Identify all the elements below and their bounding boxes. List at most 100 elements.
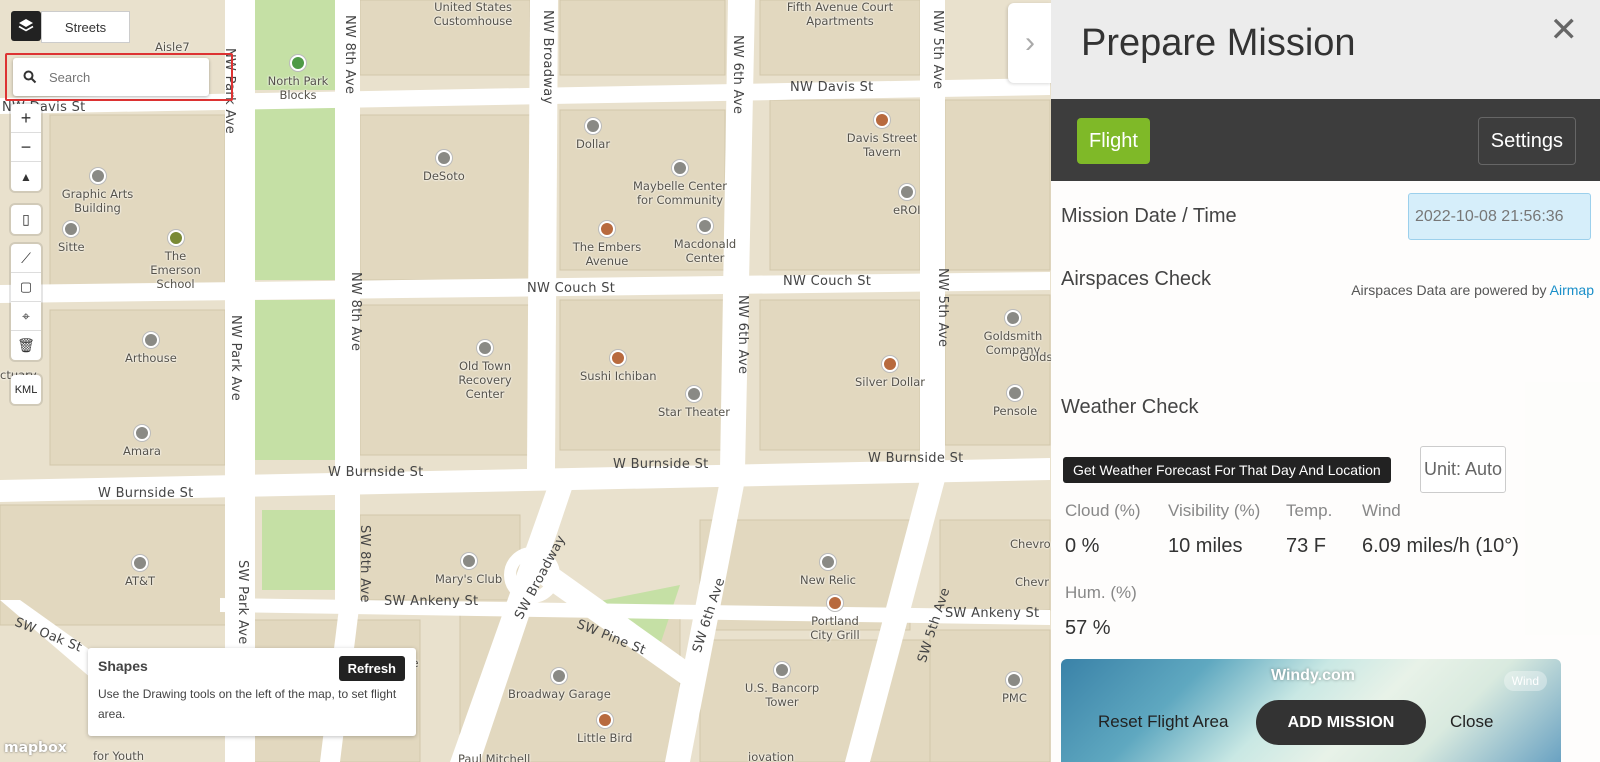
draw-polygon-button[interactable]: ▢ — [11, 273, 41, 302]
street-label: NW 6th Ave — [730, 35, 745, 115]
reset-flight-area-button[interactable]: Reset Flight Area — [1098, 712, 1228, 732]
poi-name: Maybelle Center for Community — [633, 179, 727, 207]
kml-button[interactable]: KML — [11, 375, 41, 404]
poi-marker[interactable]: Macdonald Center — [670, 218, 740, 265]
zoom-in-button[interactable]: + — [11, 104, 41, 133]
poi-marker[interactable]: Amara — [123, 425, 161, 458]
ruler-icon: ▯ — [22, 211, 30, 227]
poi-marker[interactable]: Maybelle Center for Community — [630, 160, 730, 207]
poi-marker[interactable]: New Relic — [800, 554, 856, 587]
poi-marker[interactable]: Dollar — [576, 118, 610, 151]
poi-name: The Emerson School — [150, 249, 201, 291]
poi-name: Dollar — [576, 137, 611, 151]
street-label: NW 5th Ave — [930, 10, 945, 90]
poi-name: Paul Mitchell — [458, 752, 531, 762]
poi-marker[interactable]: U.S. Bancorp Tower — [742, 662, 822, 709]
close-icon[interactable]: ✕ — [1550, 10, 1579, 50]
street-label: SW 8th Ave — [357, 525, 372, 603]
street-label: NW Broadway — [540, 10, 555, 105]
poi-marker[interactable]: Davis Street Tavern — [842, 112, 922, 159]
poi-marker[interactable]: DeSoto — [423, 150, 465, 183]
airspaces-label: Airspaces Check — [1061, 268, 1212, 290]
park-icon — [290, 55, 306, 71]
poi-name: Chevr — [1015, 575, 1049, 589]
poi-name: Aisle7 — [155, 40, 190, 54]
panel-title: Prepare Mission — [1081, 22, 1356, 64]
draw-line-button[interactable]: ⟋ — [11, 244, 41, 273]
pin-icon — [133, 425, 150, 441]
close-button[interactable]: Close — [1450, 712, 1493, 732]
poi-name: U.S. Bancorp Tower — [744, 681, 820, 709]
unit-select[interactable]: Unit: Auto — [1420, 446, 1506, 493]
ruler-button[interactable]: ▯ — [11, 205, 41, 234]
poi-marker[interactable]: Sushi Ichiban — [580, 350, 657, 383]
visibility-value: 10 miles — [1168, 535, 1243, 557]
search-highlight — [5, 53, 233, 101]
poi-marker[interactable]: Portland City Grill — [805, 595, 865, 642]
windy-logo: Windy.com — [1271, 667, 1356, 684]
compass-icon: ▲ — [20, 169, 32, 184]
poi-marker[interactable]: Silver Dollar — [855, 356, 925, 389]
bar-icon — [599, 221, 615, 237]
poi-marker[interactable]: Sitte — [58, 221, 85, 254]
compass-button[interactable]: ▲ — [11, 162, 41, 191]
windy-wind-layer[interactable]: Wind — [1503, 671, 1547, 691]
wind-header: Wind — [1362, 501, 1401, 520]
poi-name: AT&T — [125, 574, 155, 588]
draw-point-button[interactable]: ⌖ — [11, 302, 41, 331]
map-style-label[interactable]: Streets — [41, 11, 130, 43]
pin-icon — [774, 662, 790, 678]
street-label: W Burnside St — [98, 486, 194, 501]
poi-marker[interactable]: The Embers Avenue — [572, 221, 642, 268]
poi-marker[interactable]: Little Bird — [577, 712, 632, 745]
layers-button[interactable] — [11, 11, 41, 41]
pin-icon — [89, 168, 106, 184]
poi-marker[interactable]: PMC — [1002, 672, 1027, 705]
poi-marker[interactable]: Graphic Arts Building — [60, 168, 135, 215]
pin-icon — [142, 332, 159, 348]
poi-marker[interactable]: Star Theater — [658, 386, 730, 419]
mission-date-input[interactable] — [1408, 193, 1591, 240]
street-label: W Burnside St — [328, 465, 424, 480]
zoom-out-button[interactable]: − — [11, 133, 41, 162]
delete-button[interactable]: 🗑 — [11, 331, 41, 360]
poi-marker[interactable]: Mary's Club — [435, 553, 502, 586]
pin-icon — [672, 160, 688, 176]
layers-icon — [18, 19, 34, 32]
search-input[interactable] — [49, 69, 199, 85]
tab-settings[interactable]: Settings — [1477, 117, 1576, 165]
poi-marker[interactable]: North Park Blocks — [258, 55, 338, 102]
poi-name: Fifth Avenue Court Apartments — [786, 0, 894, 28]
refresh-button[interactable]: Refresh — [338, 656, 405, 681]
poi-marker[interactable]: eROI — [893, 184, 921, 217]
street-label: NW Park Ave — [228, 315, 243, 402]
poi-name: Sitte — [58, 240, 85, 254]
poi-marker[interactable]: Broadway Garage — [508, 668, 611, 701]
poi-marker[interactable]: Pensole — [993, 385, 1037, 418]
street-label: W Burnside St — [613, 457, 709, 472]
add-mission-button[interactable]: ADD MISSION — [1256, 700, 1426, 745]
pin-icon — [460, 553, 477, 569]
poi-name: DeSoto — [423, 169, 465, 183]
airmap-link[interactable]: Airmap — [1550, 282, 1594, 298]
search-box[interactable] — [13, 58, 209, 96]
mapbox-logo[interactable]: mapbox — [4, 740, 67, 756]
pin-icon — [585, 118, 602, 134]
marker-icon: ⌖ — [22, 307, 30, 324]
poi-marker[interactable]: Old Town Recovery Center — [440, 340, 530, 401]
poi-marker[interactable]: Arthouse — [125, 332, 177, 365]
poi-name: Broadway Garage — [508, 687, 611, 701]
collapse-panel-button[interactable]: › — [1008, 3, 1052, 83]
cloud-value: 0 % — [1065, 535, 1100, 557]
line-icon: ⟋ — [21, 249, 31, 266]
poi-marker[interactable]: The Emerson School — [138, 230, 213, 291]
poi-name: Mary's Club — [435, 572, 503, 586]
tab-flight[interactable]: Flight — [1077, 118, 1150, 164]
poi-name: New Relic — [800, 573, 857, 587]
poi-name: Sushi Ichiban — [580, 369, 657, 383]
pin-icon — [1007, 385, 1024, 401]
poi-name: Portland City Grill — [810, 614, 860, 642]
poi-marker[interactable]: AT&T — [125, 555, 155, 588]
weather-forecast-button[interactable]: Get Weather Forecast For That Day And Lo… — [1063, 457, 1391, 483]
street-label: NW Davis St — [790, 80, 874, 95]
